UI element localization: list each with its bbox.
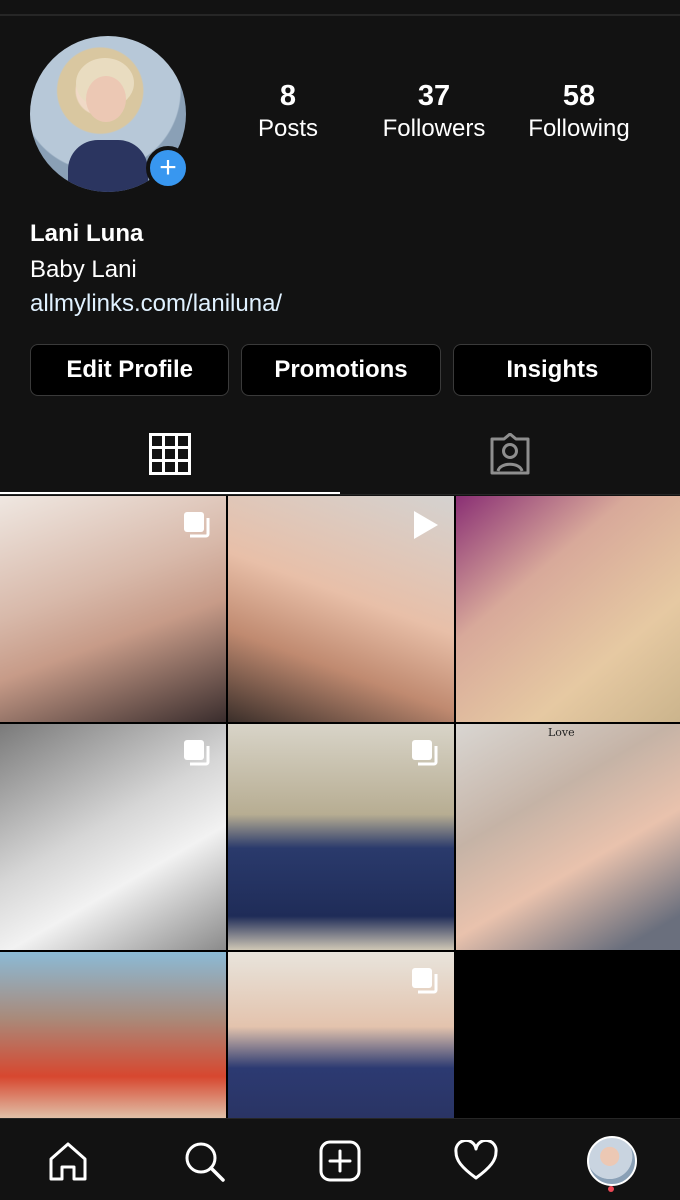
insights-button[interactable]: Insights (452, 344, 652, 396)
tab-divider (0, 494, 680, 495)
empty-grid-cell (456, 952, 680, 1118)
posts-stat[interactable]: 8 Posts (236, 80, 340, 143)
grid-icon (149, 433, 191, 475)
edit-profile-button[interactable]: Edit Profile (30, 344, 230, 396)
carousel-icon (184, 740, 210, 766)
posts-grid: Love (0, 496, 680, 1118)
notification-dot (608, 1186, 614, 1192)
nav-profile[interactable] (584, 1133, 640, 1189)
carousel-icon (412, 968, 438, 994)
post-thumbnail[interactable] (0, 496, 226, 722)
followers-stat[interactable]: 37 Followers (376, 80, 492, 143)
post-thumbnail[interactable] (228, 952, 454, 1118)
post-thumbnail[interactable] (228, 496, 454, 722)
posts-label: Posts (257, 115, 319, 142)
nav-search[interactable] (176, 1133, 232, 1189)
post-thumbnail[interactable] (0, 952, 226, 1118)
status-divider (0, 14, 680, 16)
profile-link[interactable]: allmylinks.com/laniluna/ (30, 290, 650, 318)
nav-activity[interactable] (448, 1133, 504, 1189)
heart-icon (454, 1140, 498, 1180)
post-thumbnail[interactable] (228, 724, 454, 950)
play-icon (414, 511, 438, 539)
plus-icon: + (159, 151, 177, 184)
profile-avatar[interactable]: + (30, 36, 190, 192)
following-count: 58 (562, 80, 596, 112)
nav-new-post[interactable] (312, 1133, 368, 1189)
post-thumbnail[interactable]: Love (456, 724, 680, 950)
following-label: Following (528, 115, 630, 142)
posts-count: 8 (279, 80, 297, 112)
carousel-icon (412, 740, 438, 766)
nav-home[interactable] (40, 1133, 96, 1189)
post-thumbnail[interactable] (456, 496, 680, 722)
post-thumbnail[interactable] (0, 724, 226, 950)
search-icon (185, 1142, 225, 1182)
home-icon (49, 1142, 87, 1181)
new-post-icon (319, 1140, 361, 1182)
promotions-button[interactable]: Promotions (241, 344, 441, 396)
followers-label: Followers (382, 115, 486, 142)
post-overlay-text: Love (548, 726, 575, 739)
tab-posts-grid[interactable] (0, 414, 340, 494)
tab-tagged[interactable] (340, 414, 680, 494)
profile-actions: Edit Profile Promotions Insights (30, 344, 652, 396)
profile-name: Lani Luna (30, 220, 144, 247)
profile-category: Baby Lani (30, 256, 137, 283)
bottom-navigation (0, 1118, 680, 1200)
followers-count: 37 (417, 80, 451, 112)
following-stat[interactable]: 58 Following (520, 80, 638, 143)
profile-tabs (0, 414, 680, 496)
tagged-person-icon (490, 433, 530, 475)
carousel-icon (184, 512, 210, 538)
add-story-button[interactable]: + (146, 146, 190, 190)
profile-avatar-icon (587, 1136, 637, 1186)
profile-bio: Lani Luna Baby Lani allmylinks.com/lanil… (30, 220, 650, 318)
